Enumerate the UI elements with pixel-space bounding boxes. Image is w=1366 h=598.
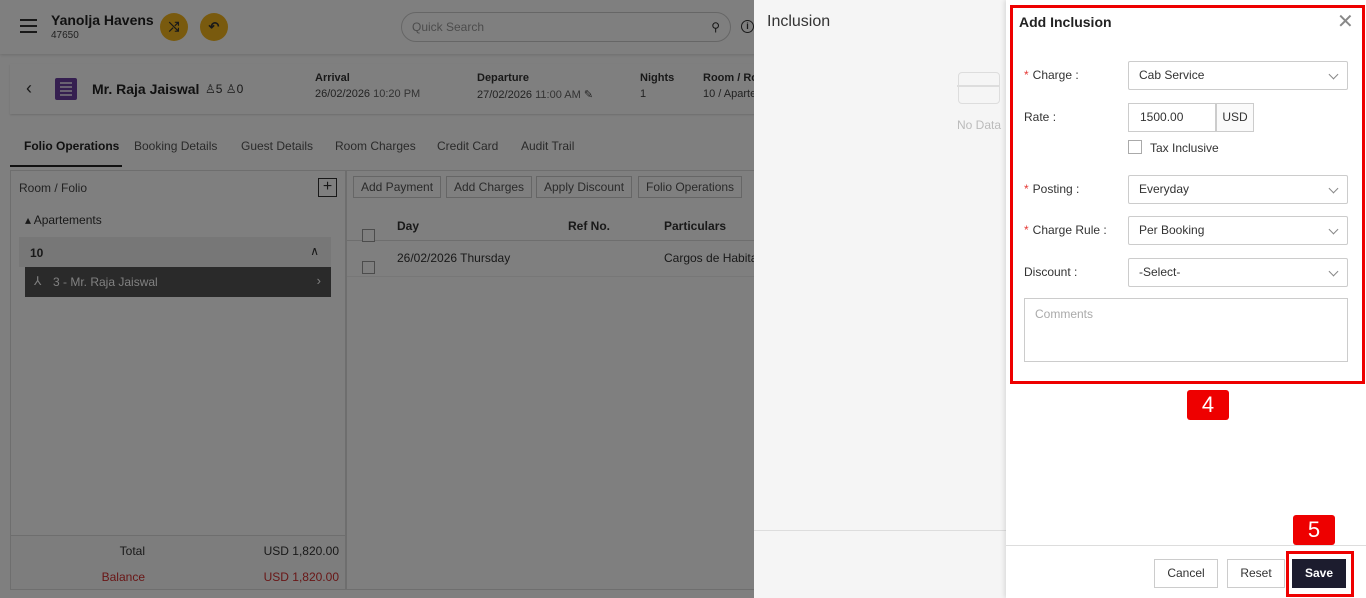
discount-value: -Select- — [1139, 265, 1181, 279]
charge-label: * Charge : — [1024, 68, 1079, 82]
charge-value: Cab Service — [1139, 68, 1205, 82]
tax-inclusive-label: Tax Inclusive — [1150, 141, 1219, 155]
reset-button[interactable]: Reset — [1227, 559, 1285, 588]
step-badge-4: 4 — [1187, 390, 1229, 420]
rate-label-text: Rate — [1024, 110, 1050, 124]
no-data-text: No Data — [957, 118, 1002, 132]
inclusion-title: Inclusion — [767, 13, 831, 30]
comments-field[interactable]: Comments — [1024, 298, 1348, 362]
discount-label-text: Discount — [1024, 265, 1071, 279]
required-marker: * — [1024, 182, 1029, 196]
posting-select[interactable]: Everyday — [1128, 175, 1348, 204]
rate-label: Rate : — [1024, 110, 1057, 124]
charge-label-text: Charge — [1032, 68, 1073, 82]
tax-inclusive-checkbox[interactable] — [1128, 140, 1142, 154]
posting-label-text: Posting — [1032, 182, 1073, 196]
step-badge-5: 5 — [1293, 515, 1335, 545]
empty-inbox-icon — [957, 72, 1000, 104]
discount-label: Discount : — [1024, 265, 1078, 279]
chevron-down-icon — [1328, 266, 1339, 277]
cancel-button[interactable]: Cancel — [1154, 559, 1218, 588]
add-inclusion-title: Add Inclusion — [1019, 14, 1112, 30]
add-inclusion-panel: Add Inclusion ✕ * Charge : Cab Service Ra… — [1006, 0, 1366, 598]
close-icon[interactable]: ✕ — [1337, 12, 1354, 32]
rate-input[interactable]: 1500.00 — [1128, 103, 1216, 132]
footer-divider — [1006, 545, 1366, 546]
charge-rule-label-text: Charge Rule — [1032, 223, 1101, 237]
required-marker: * — [1024, 68, 1029, 82]
charge-select[interactable]: Cab Service — [1128, 61, 1348, 90]
chevron-down-icon — [1328, 69, 1339, 80]
inclusion-drawer: Inclusion No Data — [754, 0, 1006, 598]
required-marker: * — [1024, 223, 1029, 237]
charge-rule-select[interactable]: Per Booking — [1128, 216, 1348, 245]
currency-addon: USD — [1216, 103, 1254, 132]
modal-overlay[interactable] — [0, 0, 754, 598]
save-button[interactable]: Save — [1292, 559, 1346, 588]
chevron-down-icon — [1328, 224, 1339, 235]
charge-rule-value: Per Booking — [1139, 223, 1205, 237]
charge-rule-label: * Charge Rule : — [1024, 223, 1107, 237]
chevron-down-icon — [1328, 183, 1339, 194]
divider — [754, 530, 1006, 531]
posting-value: Everyday — [1139, 182, 1190, 196]
posting-label: * Posting : — [1024, 182, 1080, 196]
discount-select[interactable]: -Select- — [1128, 258, 1348, 287]
